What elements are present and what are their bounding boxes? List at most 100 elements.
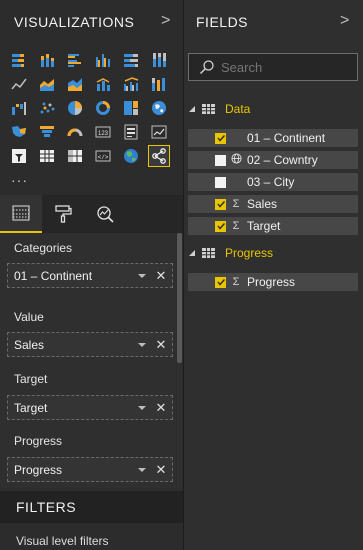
checkbox-checked[interactable]: [215, 276, 226, 288]
remove-field-icon[interactable]: ✕: [155, 463, 167, 476]
svg-text:123: 123: [98, 131, 109, 137]
wells-scrollbar[interactable]: [177, 233, 182, 488]
filled-map-icon[interactable]: [8, 121, 30, 143]
checkbox-checked[interactable]: [215, 132, 226, 144]
checkbox-unchecked[interactable]: [215, 154, 226, 166]
map-icon[interactable]: [148, 97, 170, 119]
svg-text:</>: </>: [98, 154, 109, 161]
well-label-categories: Categories: [14, 241, 73, 255]
analytics-tab[interactable]: [84, 195, 126, 233]
line-column-icon[interactable]: [92, 73, 114, 95]
field-row-country[interactable]: 02 – Cowntry: [188, 151, 358, 170]
visualizations-pane: VISUALIZATIONS > 123 </> ··· Categories …: [0, 0, 183, 550]
table-name: Progress: [225, 246, 274, 260]
field-label: 02 – Cowntry: [247, 153, 318, 167]
card-icon[interactable]: 123: [92, 121, 114, 143]
scrollbar-thumb[interactable]: [177, 233, 182, 363]
100-stacked-bar-icon[interactable]: [120, 49, 142, 71]
field-label: Target: [247, 219, 281, 233]
donut-chart-icon[interactable]: [92, 97, 114, 119]
fields-pane: FIELDS > Data 01 – Continent 02 – Cowntr…: [184, 0, 363, 550]
remove-field-icon[interactable]: ✕: [155, 269, 167, 282]
line-clustered-column-icon[interactable]: [120, 73, 142, 95]
more-visuals-icon[interactable]: ···: [11, 172, 28, 188]
network-visual-icon[interactable]: [148, 145, 170, 167]
well-field-name: Target: [14, 400, 48, 415]
table-group-progress[interactable]: Progress: [188, 244, 273, 262]
chevron-down-icon[interactable]: [137, 340, 147, 350]
stacked-bar-icon[interactable]: [8, 49, 30, 71]
globe-icon: [229, 153, 243, 167]
analytics-magnifier-icon: [97, 206, 114, 223]
stacked-area-icon[interactable]: [64, 73, 86, 95]
field-row-target[interactable]: Σ Target: [188, 217, 358, 236]
well-field-name: 01 – Continent: [14, 268, 93, 283]
well-label-progress: Progress: [14, 434, 63, 448]
well-field-name: Progress: [14, 462, 63, 477]
chevron-down-icon[interactable]: [137, 403, 147, 413]
table-icon: [202, 104, 215, 114]
well-categories[interactable]: 01 – Continent ✕: [7, 263, 173, 288]
gauge-icon[interactable]: [64, 121, 86, 143]
remove-field-icon[interactable]: ✕: [155, 401, 167, 414]
slicer-icon[interactable]: [8, 145, 30, 167]
table-icon[interactable]: [36, 145, 58, 167]
chevron-down-icon[interactable]: [137, 465, 147, 475]
table-group-data[interactable]: Data: [188, 100, 250, 118]
matrix-icon[interactable]: [64, 145, 86, 167]
fields-header: FIELDS: [196, 14, 249, 30]
field-row-progress[interactable]: Σ Progress: [188, 273, 358, 292]
paint-roller-icon: [55, 205, 72, 223]
table-name: Data: [225, 102, 251, 116]
chevron-down-icon[interactable]: [137, 271, 147, 281]
expanded-caret-icon[interactable]: [188, 249, 196, 257]
field-row-continent[interactable]: 01 – Continent: [188, 129, 358, 148]
field-row-sales[interactable]: Σ Sales: [188, 195, 358, 214]
checkmark-icon: [216, 201, 225, 208]
fields-collapse-icon[interactable]: >: [340, 12, 349, 30]
fields-search[interactable]: [188, 53, 358, 81]
well-field-name: Sales: [14, 337, 45, 352]
remove-field-icon[interactable]: ✕: [155, 338, 167, 351]
ribbon-chart-icon[interactable]: [148, 73, 170, 95]
sigma-icon: Σ: [232, 198, 240, 210]
funnel-icon[interactable]: [36, 121, 58, 143]
clustered-column-icon[interactable]: [92, 49, 114, 71]
scatter-icon[interactable]: [36, 97, 58, 119]
checkbox-unchecked[interactable]: [215, 176, 226, 188]
checkbox-checked[interactable]: [215, 198, 226, 210]
well-progress[interactable]: Progress ✕: [7, 457, 173, 482]
visual-level-filters-label: Visual level filters: [16, 534, 109, 548]
sigma-icon: Σ: [232, 276, 240, 288]
field-label: 01 – Continent: [247, 131, 326, 145]
format-tab[interactable]: [42, 195, 84, 233]
treemap-icon[interactable]: [120, 97, 142, 119]
field-label: Progress: [247, 275, 296, 289]
well-label-value: Value: [14, 310, 44, 324]
checkbox-checked[interactable]: [215, 220, 226, 232]
kpi-icon[interactable]: [148, 121, 170, 143]
table-icon: [202, 248, 215, 258]
expanded-caret-icon[interactable]: [188, 105, 196, 113]
custom-visual-icon[interactable]: </>: [92, 145, 114, 167]
stacked-column-icon[interactable]: [36, 49, 58, 71]
visualizations-header: VISUALIZATIONS: [14, 14, 135, 30]
well-value[interactable]: Sales ✕: [7, 332, 173, 357]
globe-icon[interactable]: [120, 145, 142, 167]
visualization-tabs: [0, 195, 183, 233]
area-chart-icon[interactable]: [36, 73, 58, 95]
well-target[interactable]: Target ✕: [7, 395, 173, 420]
100-stacked-column-icon[interactable]: [148, 49, 170, 71]
field-row-city[interactable]: 03 – City: [188, 173, 358, 192]
line-chart-icon[interactable]: [8, 73, 30, 95]
multi-row-card-icon[interactable]: [120, 121, 142, 143]
pie-chart-icon[interactable]: [64, 97, 86, 119]
waterfall-icon[interactable]: [8, 97, 30, 119]
fields-tab[interactable]: [0, 195, 42, 233]
clustered-bar-icon[interactable]: [64, 49, 86, 71]
visualizations-collapse-icon[interactable]: >: [161, 12, 170, 30]
search-input[interactable]: [221, 59, 341, 75]
well-label-target: Target: [14, 372, 48, 386]
field-label: Sales: [247, 197, 278, 211]
field-wells: Categories 01 – Continent ✕ Value Sales …: [0, 233, 176, 488]
